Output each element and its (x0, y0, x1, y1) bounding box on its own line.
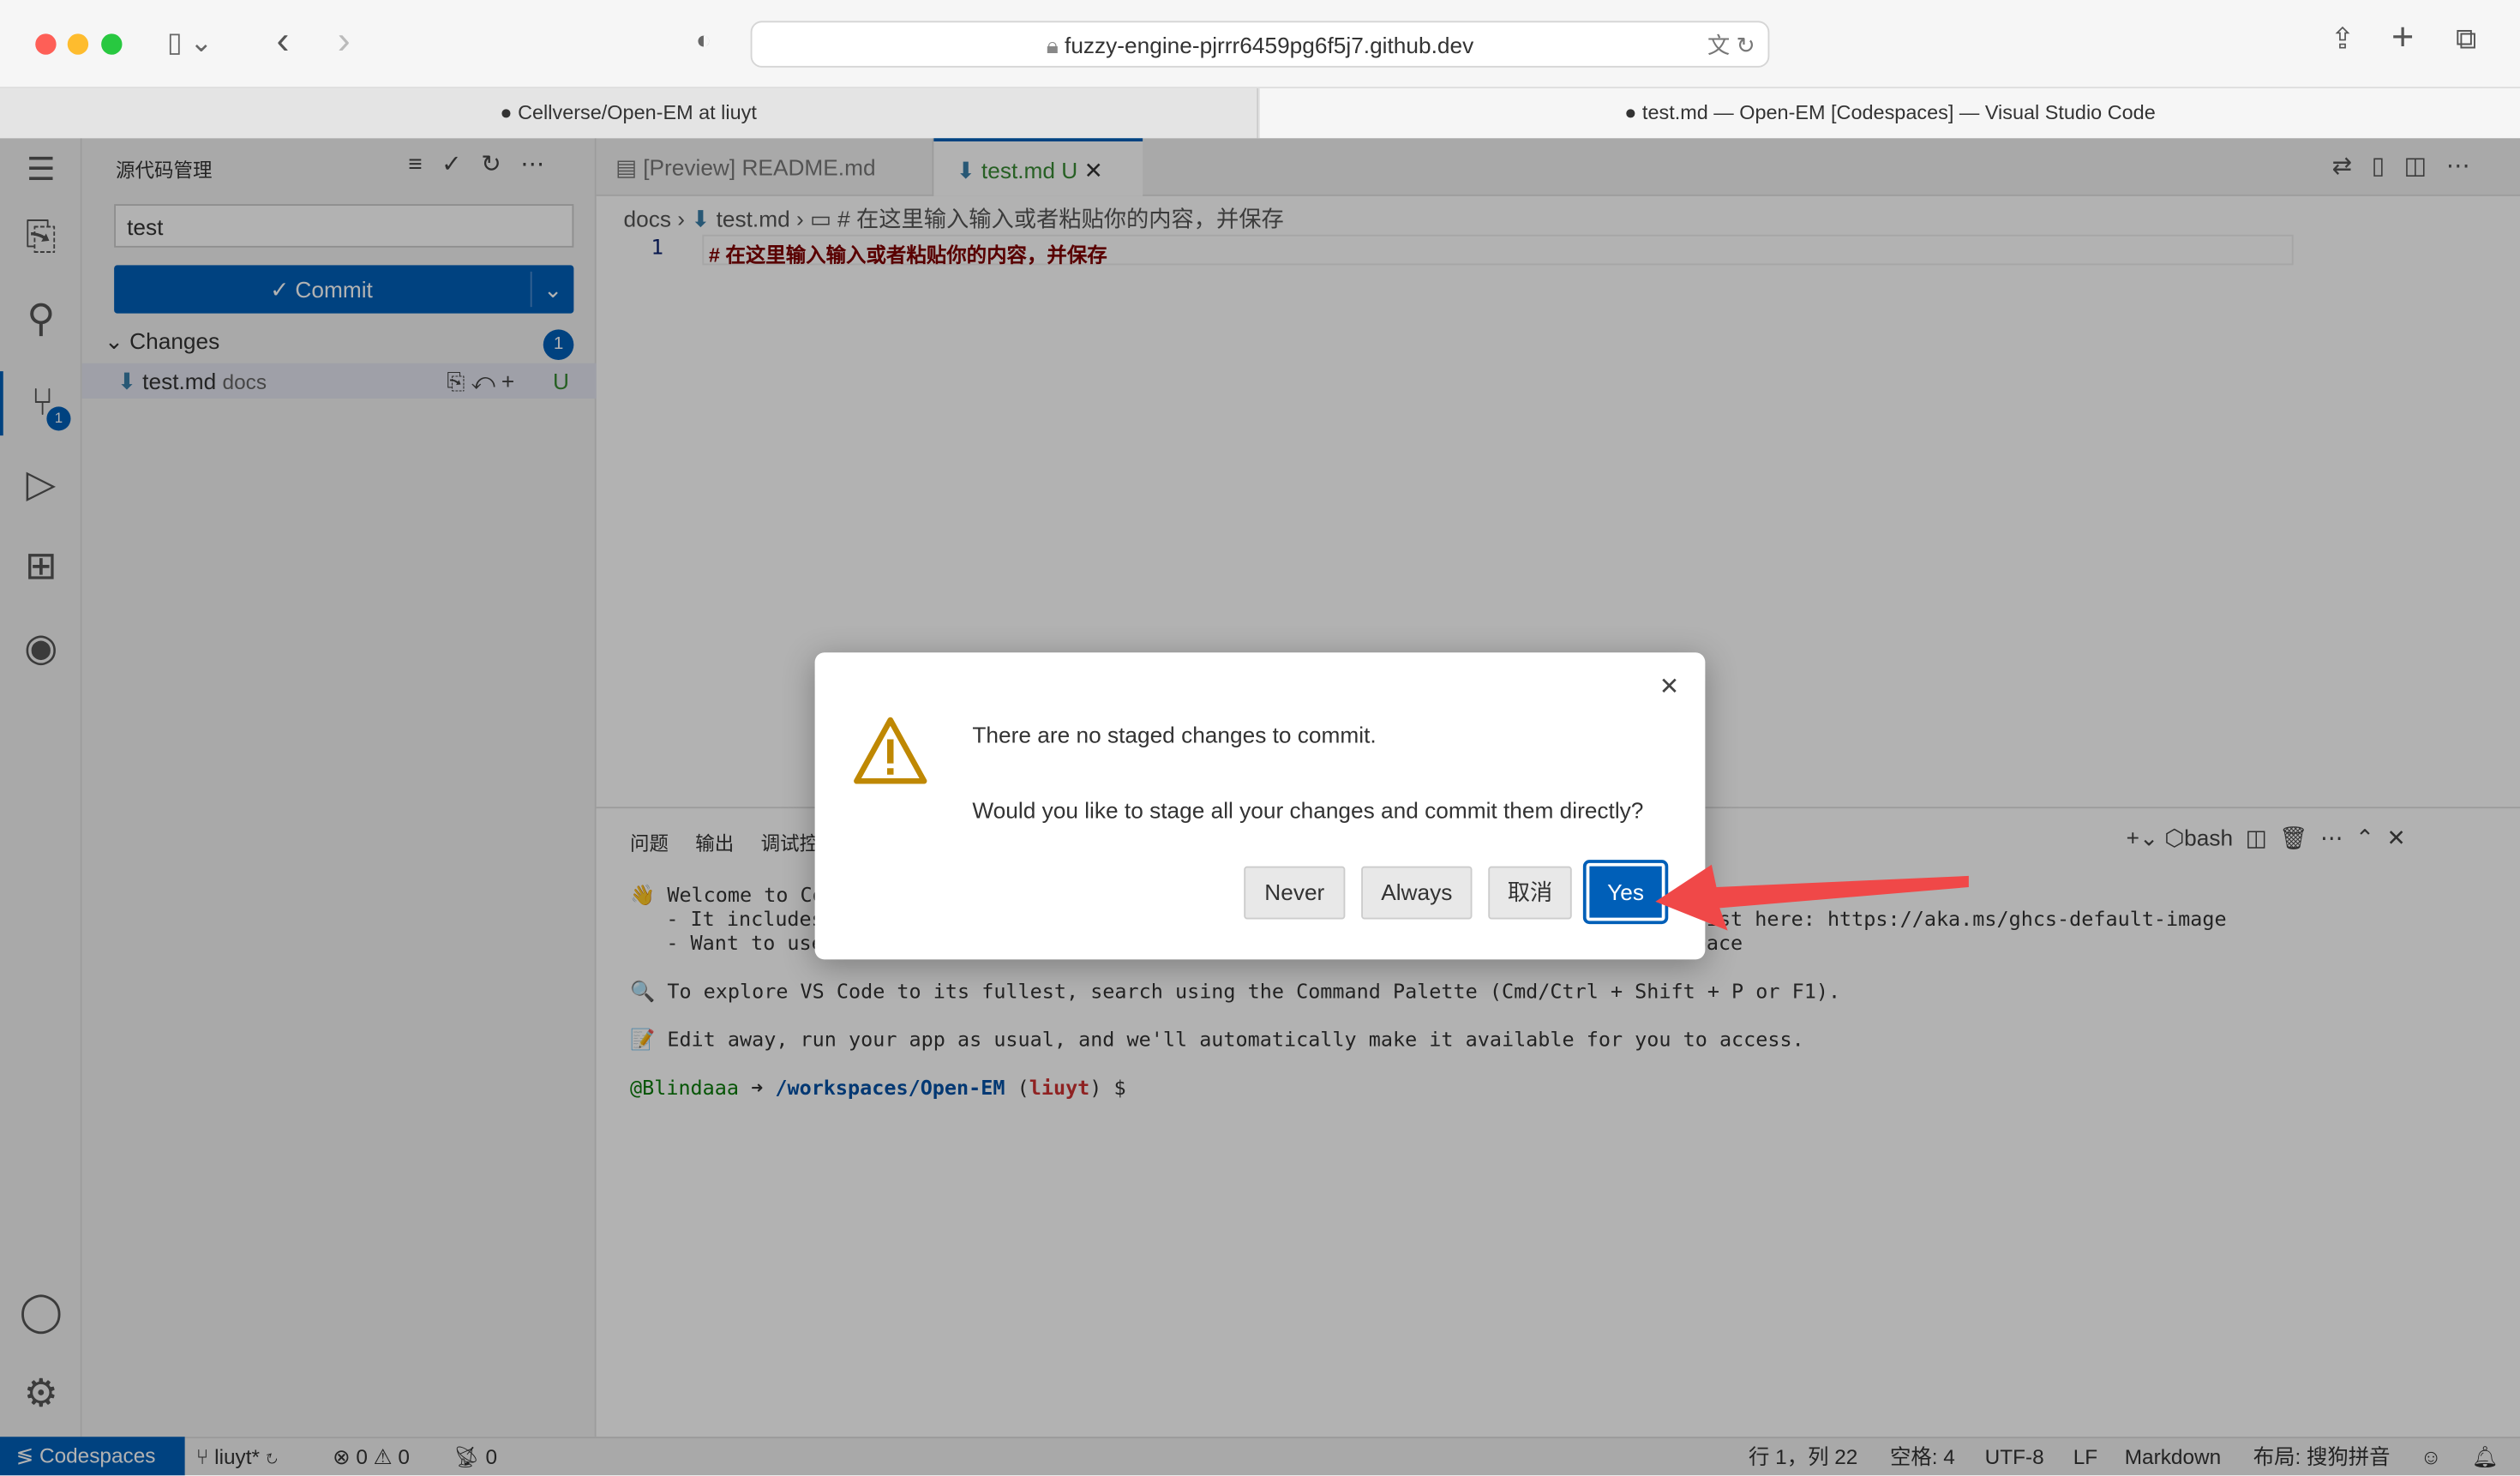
share-icon[interactable]: ⇪ (2331, 22, 2355, 56)
red-arrow-annotation (1655, 864, 1969, 931)
commit-confirm-dialog: ✕ There are no staged changes to commit.… (814, 652, 1706, 960)
lock-icon: 🔒︎ (1046, 32, 1065, 58)
never-button[interactable]: Never (1244, 866, 1346, 920)
close-window-button[interactable] (35, 33, 57, 55)
cancel-button[interactable]: 取消 (1488, 866, 1572, 920)
forward-icon[interactable]: › (338, 20, 351, 65)
translate-reload-icon[interactable]: ⽂ ↻ (1707, 22, 1755, 68)
minimize-window-button[interactable] (67, 33, 89, 55)
url-text: fuzzy-engine-pjrrr6459pg6f5j7.github.dev (1065, 32, 1474, 58)
tab-overview-icon[interactable]: ⧉ (2456, 22, 2476, 56)
browser-tab-active[interactable]: ● test.md — Open-EM [Codespaces] — Visua… (1260, 88, 2520, 139)
new-tab-icon[interactable]: + (2391, 16, 2414, 62)
dialog-close-icon[interactable]: ✕ (1659, 672, 1680, 701)
back-icon[interactable]: ‹ (277, 20, 290, 65)
github-icon: ● (500, 101, 513, 124)
dialog-message: There are no staged changes to commit. (972, 721, 1377, 747)
browser-tab[interactable]: ● Cellverse/Open-EM at liuyt (0, 88, 1259, 139)
github-icon: ● (1624, 101, 1637, 124)
always-button[interactable]: Always (1361, 866, 1473, 920)
dialog-detail: Would you like to stage all your changes… (972, 797, 1644, 823)
address-bar[interactable]: 🔒︎ fuzzy-engine-pjrrr6459pg6f5j7.github.… (750, 21, 1770, 68)
browser-toolbar: ▯ ⌄ ‹ › ◐ 🔒︎ fuzzy-engine-pjrrr6459pg6f5… (0, 0, 2520, 89)
tab-label: Cellverse/Open-EM at liuyt (518, 101, 757, 124)
zoom-window-button[interactable] (101, 33, 123, 55)
sidebar-toggle-icon[interactable]: ▯ ⌄ (167, 27, 213, 60)
browser-tab-bar: ● Cellverse/Open-EM at liuyt ● test.md —… (0, 88, 2520, 139)
tab-label: test.md — Open-EM [Codespaces] — Visual … (1641, 101, 2156, 124)
warning-icon (854, 717, 927, 784)
shield-icon[interactable]: ◐ (696, 27, 711, 57)
